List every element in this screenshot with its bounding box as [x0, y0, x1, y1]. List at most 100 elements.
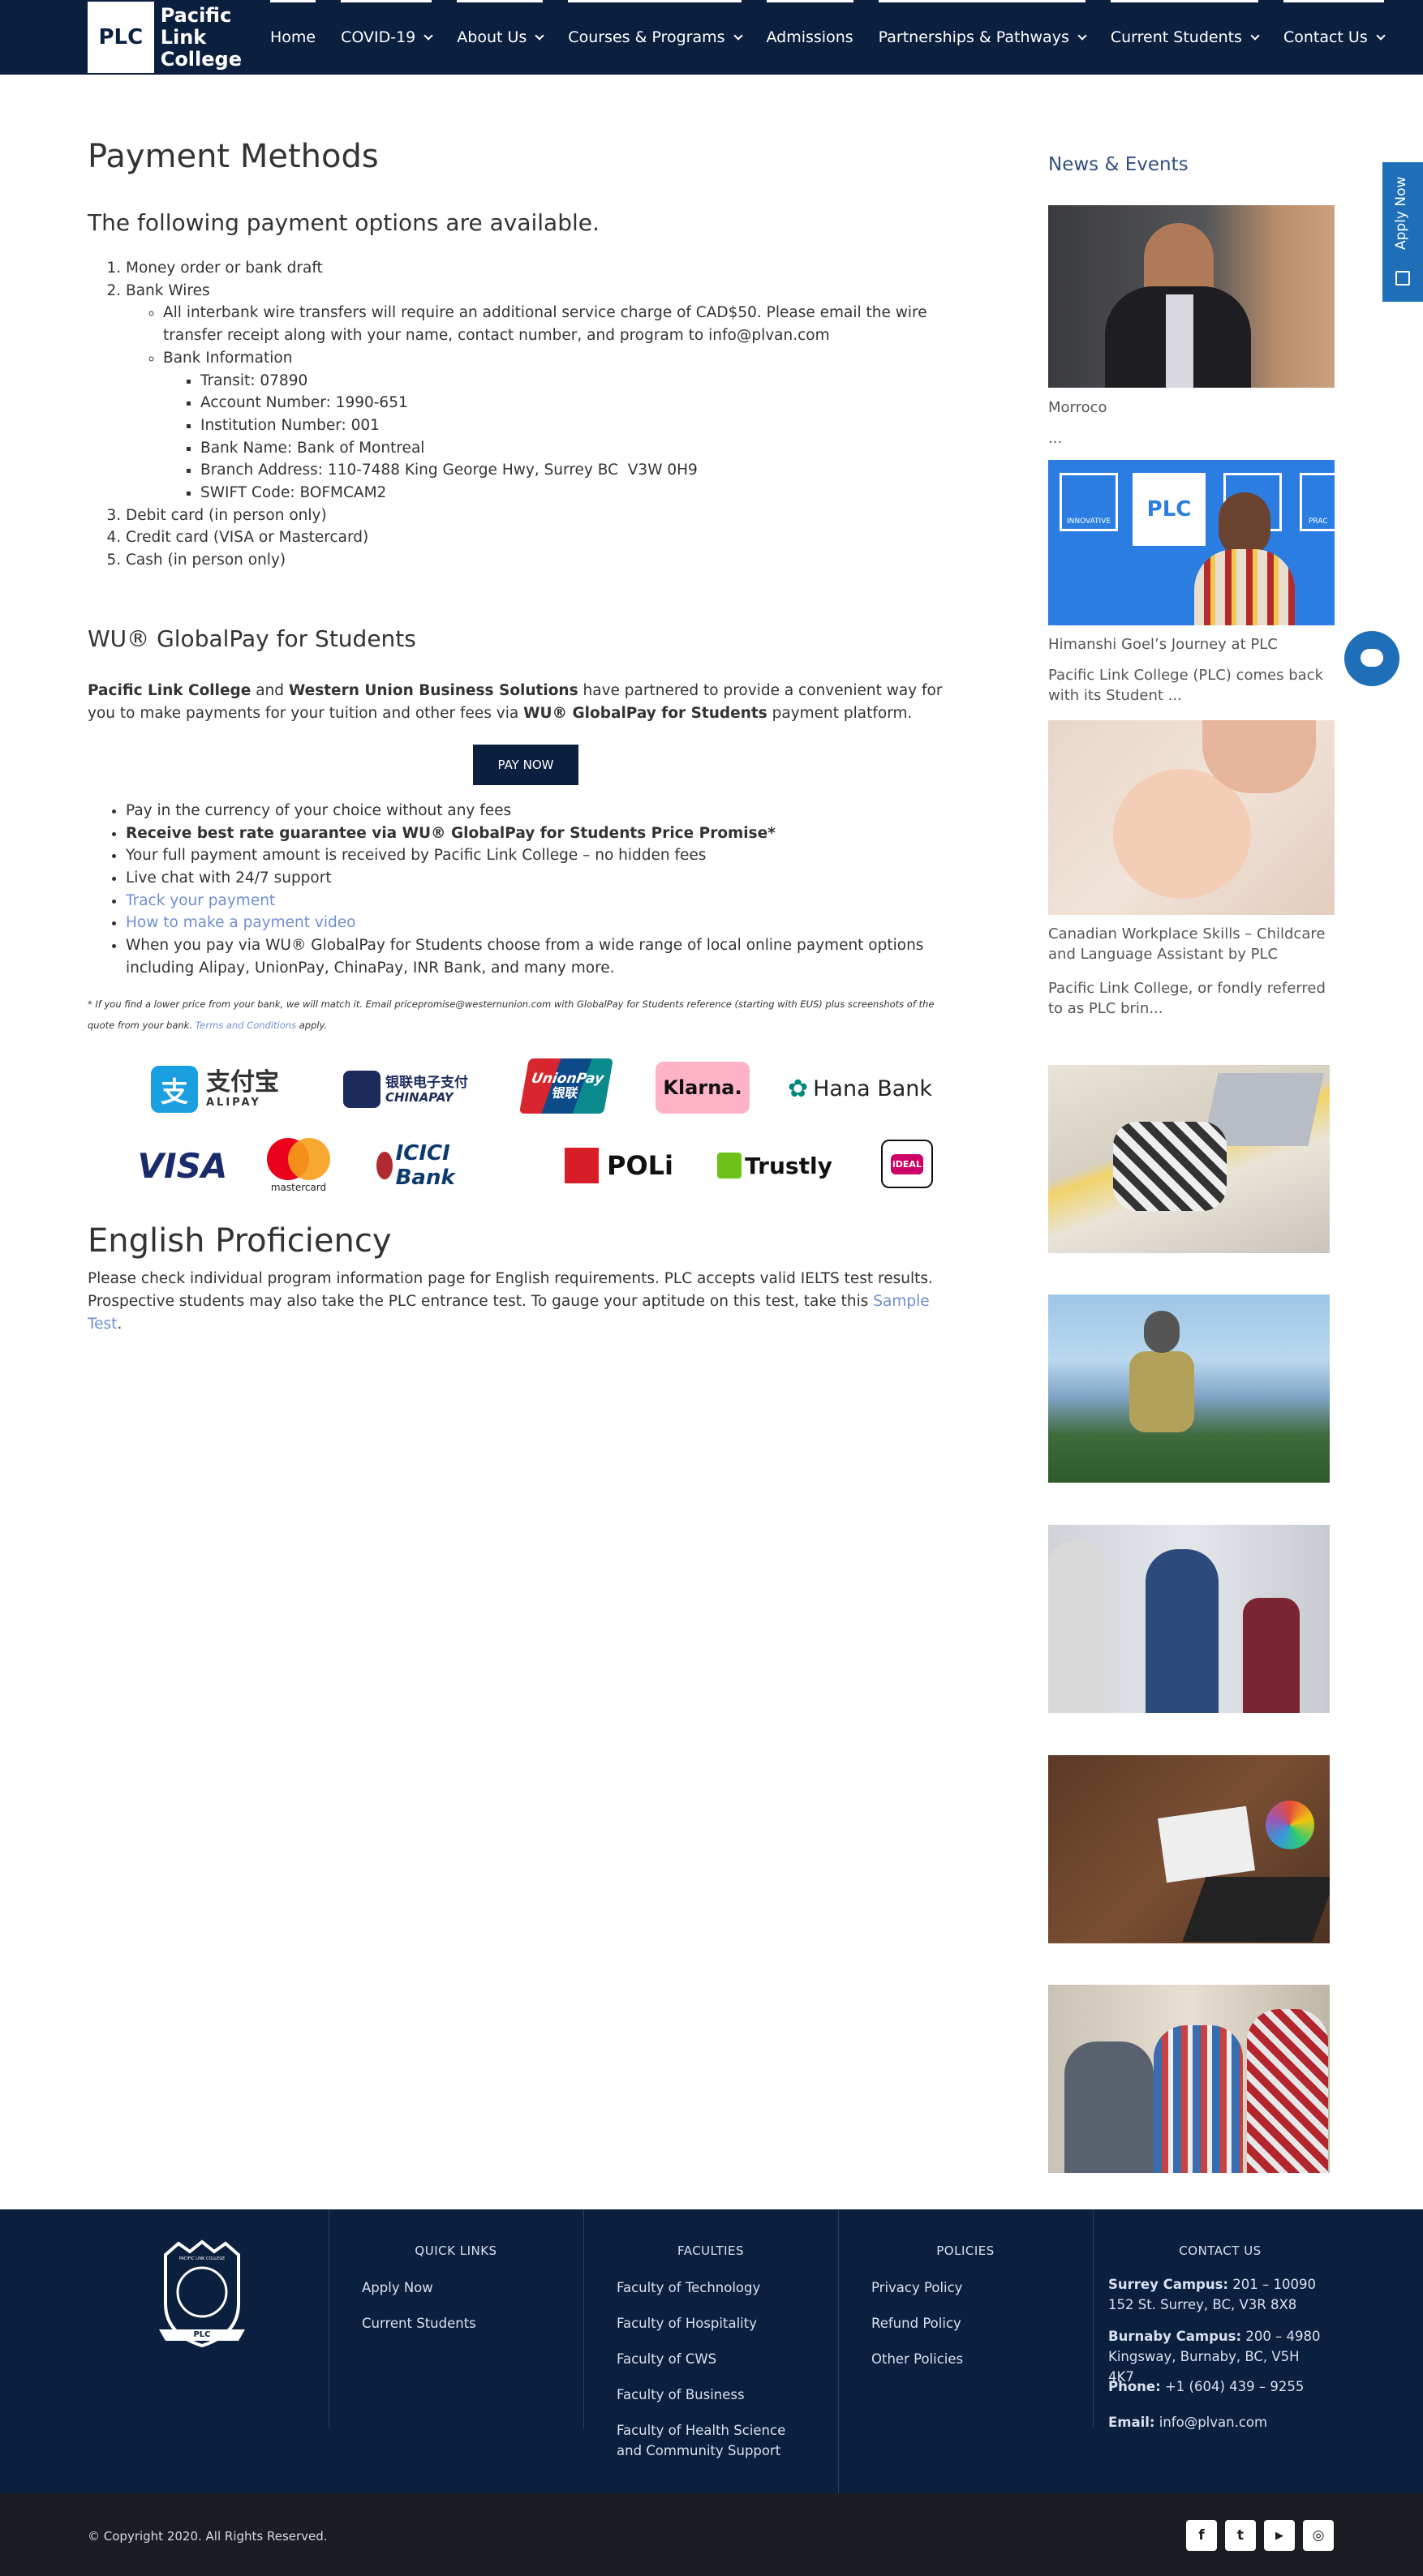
banner-tile-edge: PRAC: [1300, 473, 1335, 531]
trustly-logo: Trustly: [714, 1143, 836, 1188]
main-nav: Home COVID-19 About Us Courses & Programs Ad…: [270, 0, 1409, 75]
footer-heading: CONTACT US: [1179, 2243, 1262, 2258]
list-item: Account Number: 1990-651: [200, 392, 964, 414]
news-thumbnail-morocco[interactable]: [1048, 205, 1335, 388]
news-title[interactable]: Morroco: [1048, 397, 1335, 418]
footer-link-apply-now[interactable]: Apply Now: [362, 2278, 433, 2298]
list-item: Receive best rate guarantee via WU® Glob…: [126, 822, 964, 845]
contact-label: Phone:: [1108, 2379, 1161, 2394]
twitter-icon[interactable]: t: [1225, 2520, 1256, 2551]
payment-methods-list: Money order or bank draft Bank Wires All…: [88, 257, 964, 572]
list-item: Institution Number: 001: [200, 414, 964, 437]
logo-mark: PLC: [88, 2, 154, 73]
nav-item-home[interactable]: Home: [270, 0, 316, 75]
list-item: Transit: 07890: [200, 370, 964, 393]
nav-item-courses-programs[interactable]: Courses & Programs: [568, 0, 743, 75]
english-heading: English Proficiency: [88, 1222, 392, 1260]
sidebar-title: News & Events: [1048, 154, 1189, 175]
chinapay-en: CHINAPAY: [385, 1089, 454, 1105]
nav-item-admissions[interactable]: Admissions: [766, 0, 853, 75]
pay-now-button[interactable]: PAY NOW: [473, 744, 578, 785]
list-item-label: Bank Information: [163, 349, 293, 367]
contact-label: Surrey Campus:: [1108, 2277, 1229, 2292]
footer-link-other-policies[interactable]: Other Policies: [871, 2349, 963, 2369]
bold-text: Western Union Business Solutions: [288, 681, 578, 699]
nav-item-label: Home: [270, 28, 316, 46]
person-striped-top: [1194, 549, 1295, 625]
footer-link-privacy[interactable]: Privacy Policy: [871, 2278, 962, 2298]
seal-top-text: PACIFIC LINK COLLEGE: [178, 2256, 226, 2261]
apply-now-label: Apply Now: [1393, 176, 1409, 250]
nav-item-current-students[interactable]: Current Students: [1110, 0, 1260, 75]
sidebar-image-handshake[interactable]: [1048, 1525, 1330, 1713]
footer-divider: [583, 2209, 584, 2428]
mastercard-circles-icon: [267, 1138, 330, 1181]
footer-link-faculty-hospitality[interactable]: Faculty of Hospitality: [617, 2313, 757, 2333]
shirt-stripe: [1166, 294, 1193, 388]
site-logo[interactable]: PLC Pacific Link College: [88, 0, 242, 75]
payment-video-link[interactable]: How to make a payment video: [126, 914, 355, 931]
apply-now-tab[interactable]: Apply Now: [1382, 162, 1423, 302]
paper-sheet: [1157, 1805, 1256, 1883]
nav-item-about-us[interactable]: About Us: [457, 0, 544, 75]
text: apply.: [296, 1020, 328, 1032]
chevron-down-icon: [1250, 30, 1260, 41]
hana-mark-icon: ✿: [787, 1074, 809, 1103]
news-thumbnail-himanshi[interactable]: INNOVATIVE PLC PRAC: [1048, 460, 1335, 625]
nav-item-label: Courses & Programs: [568, 28, 725, 46]
contact-label: Email:: [1108, 2415, 1155, 2430]
footer-link-refund[interactable]: Refund Policy: [871, 2313, 961, 2333]
list-item-label: Bank Wires: [126, 281, 210, 299]
list-item: Bank Wires All interbank wire transfers …: [126, 280, 964, 504]
nav-item-label: Contact Us: [1283, 28, 1368, 46]
footer-link-current-students[interactable]: Current Students: [362, 2313, 476, 2333]
nav-item-contact-us[interactable]: Contact Us: [1283, 0, 1386, 75]
chat-bubble-icon[interactable]: [1344, 631, 1399, 686]
contact-surrey: Surrey Campus: 201 – 10090 152 St. Surre…: [1108, 2274, 1327, 2315]
icici-mark-icon: [376, 1152, 393, 1180]
contact-phone[interactable]: Phone: +1 (604) 439 – 9255: [1108, 2376, 1304, 2397]
alipay-en: ALIPAY: [206, 1097, 261, 1110]
man-suit: [1146, 1549, 1219, 1713]
nav-item-partnerships-pathways[interactable]: Partnerships & Pathways: [878, 0, 1087, 75]
news-title[interactable]: Canadian Workplace Skills – Childcare an…: [1048, 924, 1335, 964]
unionpay-cn: 银联: [550, 1084, 580, 1101]
footer-link-faculty-technology[interactable]: Faculty of Technology: [617, 2278, 760, 2298]
footer-link-faculty-cws[interactable]: Faculty of CWS: [617, 2349, 716, 2369]
instagram-icon[interactable]: ◎: [1303, 2520, 1334, 2551]
innovative-tile: INNOVATIVE: [1060, 473, 1118, 531]
hiker-head: [1144, 1311, 1180, 1353]
chevron-down-icon: [733, 30, 743, 41]
alipay-mark-icon: 支: [151, 1066, 198, 1114]
ideal-wordmark: iDEAL: [891, 1153, 923, 1174]
youtube-icon[interactable]: ▶: [1264, 2520, 1295, 2551]
mastercard-logo: mastercard: [258, 1133, 339, 1196]
nav-item-covid-19[interactable]: COVID-19: [341, 0, 433, 75]
footer-link-faculty-business[interactable]: Faculty of Business: [617, 2385, 745, 2405]
track-payment-link[interactable]: Track your payment: [126, 892, 275, 909]
sidebar-image-design-desk[interactable]: [1048, 1065, 1330, 1253]
sidebar-image-hiker[interactable]: [1048, 1294, 1330, 1483]
page-title: Payment Methods: [88, 138, 379, 175]
footer-link-faculty-health[interactable]: Faculty of Health Science and Community …: [617, 2420, 811, 2461]
news-excerpt: Pacific Link College (PLC) comes back wi…: [1048, 667, 1324, 704]
person-head: [1219, 492, 1270, 557]
wu-heading: WU® GlobalPay for Students: [88, 625, 416, 652]
student-one: [1064, 2041, 1154, 2173]
facebook-icon[interactable]: f: [1186, 2520, 1217, 2551]
plc-banner-tile: PLC: [1133, 473, 1206, 546]
alipay-cn: 支付宝: [206, 1068, 279, 1097]
contact-email[interactable]: Email: info@plvan.com: [1108, 2412, 1267, 2432]
hiker-backpack: [1129, 1351, 1194, 1432]
bank-info-list: Transit: 07890 Account Number: 1990-651 …: [163, 370, 964, 504]
sidebar-image-students[interactable]: [1048, 1985, 1330, 2173]
terms-link[interactable]: Terms and Conditions: [196, 1020, 296, 1031]
news-title[interactable]: Himanshi Goel’s Journey at PLC: [1048, 634, 1335, 655]
news-thumbnail-childcare[interactable]: [1048, 720, 1335, 915]
sidebar-image-workspace[interactable]: [1048, 1755, 1330, 1943]
alipay-wordmark: 支付宝 ALIPAY: [206, 1068, 279, 1110]
icici-wordmark: ICICI Bank: [395, 1141, 455, 1191]
student-three: [1247, 2009, 1328, 2173]
nav-item-label: About Us: [457, 28, 527, 46]
list-item: Bank Information Transit: 07890 Account …: [163, 347, 964, 504]
